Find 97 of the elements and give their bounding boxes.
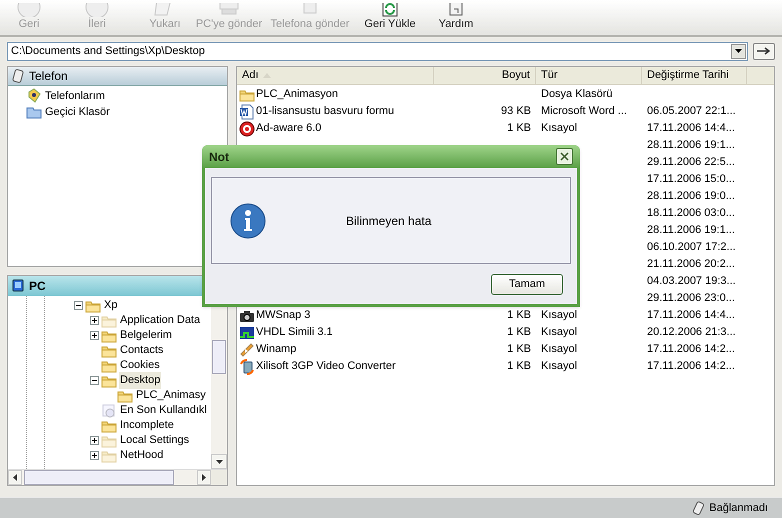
computer-icon: [11, 279, 25, 293]
file-date: 28.11.2006 19:1...: [646, 223, 736, 238]
file-date: 17.11.2006 14:2...: [646, 342, 736, 358]
column-header[interactable]: Değiştirme Tarihi: [642, 67, 747, 84]
file-size: 1 KB: [506, 342, 532, 358]
file-date: 29.11.2006 22:5...: [646, 155, 736, 170]
expand-toggle[interactable]: [90, 331, 99, 340]
expand-toggle[interactable]: [90, 316, 99, 325]
phone-convert-icon: [239, 358, 255, 374]
go-button[interactable]: [753, 42, 775, 60]
file-date: 04.03.2007 19:3...: [646, 274, 737, 290]
file-name[interactable]: Winamp: [256, 341, 296, 358]
file-type: Kısayol: [540, 359, 578, 374]
tree-item[interactable]: Cookies: [119, 357, 161, 374]
file-date: 06.10.2007 17:2...: [646, 240, 737, 256]
tree-item[interactable]: NetHood: [119, 447, 164, 464]
file-date: 29.11.2006 23:0...: [646, 291, 736, 306]
file-type: Kısayol: [540, 308, 578, 324]
expand-toggle[interactable]: [74, 301, 83, 310]
waveform-icon: [239, 324, 255, 340]
file-size: 1 KB: [506, 359, 532, 374]
file-size: 1 KB: [506, 121, 532, 136]
plus-icon: [92, 318, 97, 323]
file-date: 17.11.2006 14:4...: [646, 121, 736, 136]
file-date: 17.11.2006 14:2...: [646, 359, 736, 374]
dropdown-button[interactable]: [731, 44, 746, 58]
scroll-thumb[interactable]: [24, 470, 174, 485]
dialog-message: Bilinmeyen hata: [346, 212, 432, 230]
file-type: Microsoft Word ...: [540, 104, 628, 120]
file-size: 93 KB: [500, 104, 532, 120]
address-field[interactable]: C:\Documents and Settings\Xp\Desktop: [7, 42, 748, 60]
file-date: 20.12.2006 21:3...: [646, 325, 737, 340]
toolbar-button[interactable]: Yardım: [424, 0, 488, 35]
caret-icon: [202, 474, 206, 481]
expand-toggle[interactable]: [90, 451, 99, 460]
tree-item[interactable]: En Son Kullandıkl: [119, 402, 208, 419]
document-icon: [239, 104, 255, 120]
plus-icon: [92, 333, 97, 338]
panel-title: Telefon: [29, 68, 68, 85]
info-icon: [230, 202, 266, 238]
scrollbar-corner: [211, 470, 227, 485]
close-button[interactable]: [556, 148, 573, 165]
column-header[interactable]: Adı: [237, 67, 434, 84]
toolbar-button[interactable]: Geri Yükle: [356, 0, 424, 35]
file-date: 28.11.2006 19:1...: [646, 138, 736, 154]
file-type: Kısayol: [540, 342, 578, 358]
column-header[interactable]: Tür: [536, 67, 642, 84]
expand-toggle[interactable]: [90, 436, 99, 445]
file-name[interactable]: Xilisoft 3GP Video Converter: [256, 358, 396, 375]
horizontal-scrollbar[interactable]: [8, 469, 227, 485]
minus-icon: [76, 303, 81, 308]
caret-icon: [13, 474, 17, 481]
ok-button[interactable]: Tamam: [491, 274, 563, 295]
caret-icon: [735, 49, 742, 53]
scroll-down-button[interactable]: [211, 454, 227, 469]
plus-icon: [92, 438, 97, 443]
file-name[interactable]: PLC_Animasyon: [256, 86, 338, 103]
tree-item[interactable]: Local Settings: [119, 432, 190, 449]
file-size: 1 KB: [506, 325, 532, 340]
panel-title: PC: [29, 278, 46, 295]
file-name[interactable]: VHDL Simili 3.1: [256, 324, 333, 341]
file-type: Kısayol: [540, 325, 578, 340]
file-date: 17.11.2006 14:4...: [646, 308, 736, 324]
dialog-title: Not: [209, 148, 229, 166]
file-size: 1 KB: [506, 308, 532, 324]
status-text: Bağlanmadı: [709, 500, 768, 516]
minus-icon: [92, 378, 97, 383]
arrow-right-icon: [757, 47, 771, 55]
file-type: Dosya Klasörü: [540, 87, 614, 102]
tree-item[interactable]: Contacts: [119, 342, 164, 359]
file-date: 28.11.2006 19:0...: [646, 189, 736, 204]
tree-item[interactable]: Telefonlarım: [45, 88, 105, 104]
tree-item[interactable]: Incomplete: [119, 417, 175, 434]
close-icon: [560, 152, 569, 161]
file-date: 06.05.2007 22:1...: [646, 104, 737, 120]
tree-item[interactable]: Belgelerim: [119, 327, 173, 344]
file-name[interactable]: 01-lisansustu basvuru formu: [256, 103, 394, 120]
scroll-left-button[interactable]: [8, 470, 22, 485]
tree-item[interactable]: Xp: [103, 297, 118, 314]
file-type: Kısayol: [540, 121, 578, 136]
tree-item[interactable]: Application Data: [119, 312, 202, 329]
expand-toggle[interactable]: [90, 376, 99, 385]
column-header[interactable]: Boyut: [434, 67, 536, 84]
tree-item[interactable]: PLC_Animasy: [135, 387, 207, 404]
tree-item[interactable]: Desktop: [119, 372, 162, 389]
scroll-thumb[interactable]: [212, 340, 226, 374]
tree-item[interactable]: Geçici Klasör: [45, 104, 110, 120]
circle-logo-icon: [239, 120, 255, 136]
file-name[interactable]: Ad-aware 6.0: [256, 120, 322, 137]
computer-icon: [217, 3, 241, 17]
file-date: 21.11.2006 20:2...: [646, 257, 736, 272]
plus-icon: [92, 453, 97, 458]
file-date: 17.11.2006 15:0...: [646, 172, 736, 188]
scroll-right-button[interactable]: [197, 470, 211, 485]
file-name[interactable]: MWSnap 3: [256, 307, 310, 324]
file-date: 18.11.2006 03:0...: [646, 206, 736, 222]
caret-icon: [216, 460, 222, 464]
